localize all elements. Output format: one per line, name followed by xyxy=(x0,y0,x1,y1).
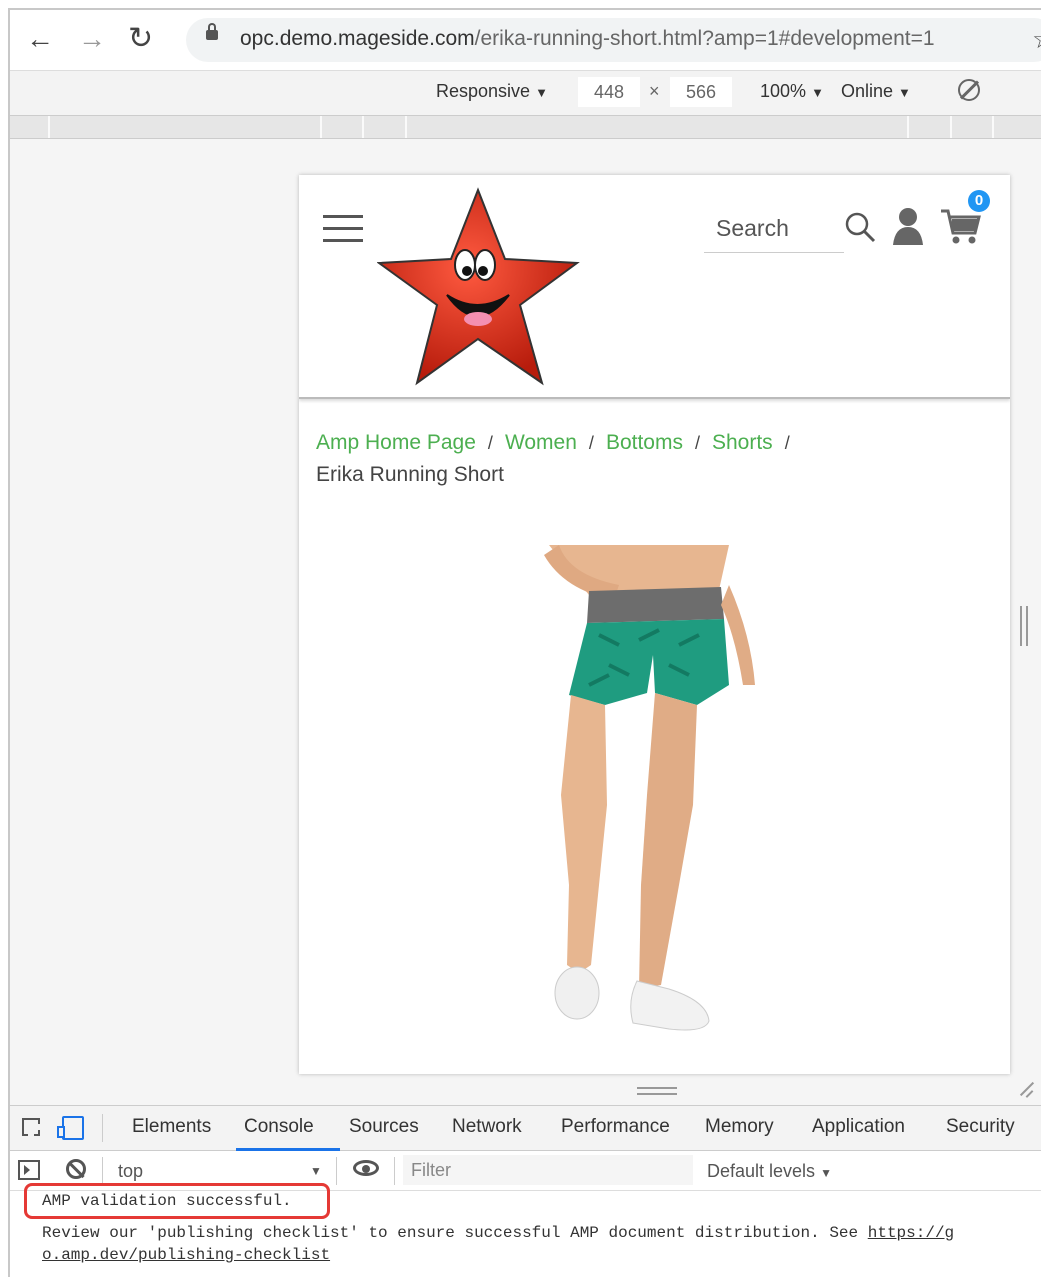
forward-arrow-icon[interactable]: → xyxy=(78,24,106,54)
network-label: Online xyxy=(841,81,894,101)
tab-console[interactable]: Console xyxy=(244,1116,314,1138)
tab-application[interactable]: Application xyxy=(812,1116,905,1138)
responsive-label: Responsive xyxy=(436,81,531,101)
zoom-label: 100% xyxy=(760,81,807,101)
account-icon[interactable] xyxy=(891,207,925,245)
tab-security[interactable]: Security xyxy=(946,1116,1015,1138)
rotate-icon[interactable] xyxy=(958,79,980,101)
device-toolbar: Responsive ▼ 448 × 566 100% ▼ Online ▼ xyxy=(10,71,1041,115)
console-sidebar-icon[interactable] xyxy=(18,1160,40,1180)
inspect-element-icon[interactable] xyxy=(22,1118,40,1136)
zoom-dropdown[interactable]: 100% ▼ xyxy=(760,81,824,102)
divider xyxy=(394,1157,395,1185)
context-label: top xyxy=(118,1161,144,1181)
publishing-checklist-link-part1[interactable]: https://g xyxy=(868,1224,954,1242)
console-message-review-continued: o.amp.dev/publishing-checklist xyxy=(42,1246,330,1264)
context-select[interactable]: top xyxy=(118,1161,143,1182)
cart-count-badge[interactable]: 0 xyxy=(968,190,990,212)
caret-down-icon: ▼ xyxy=(898,85,911,100)
default-levels-dropdown[interactable]: Default levels ▼ xyxy=(707,1161,832,1182)
clear-console-icon[interactable] xyxy=(66,1159,86,1179)
reload-icon[interactable]: ↻ xyxy=(128,24,153,54)
devtools-tabbar: Elements Console Sources Network Perform… xyxy=(10,1105,1041,1151)
tab-network[interactable]: Network xyxy=(452,1116,522,1138)
address-bar: ← → ↻ opc.demo.mageside.com/erika-runnin… xyxy=(10,10,1041,71)
breadcrumb-separator: / xyxy=(784,433,790,453)
divider xyxy=(102,1157,103,1185)
url-text[interactable]: opc.demo.mageside.com/erika-running-shor… xyxy=(240,27,935,51)
breadcrumb-separator: / xyxy=(588,433,594,453)
console-messages: AMP validation successful. Review our 'p… xyxy=(10,1183,1041,1277)
search-icon[interactable] xyxy=(844,211,876,243)
caret-down-icon[interactable]: ▼ xyxy=(310,1164,322,1178)
breadcrumb-separator: / xyxy=(487,433,493,453)
publishing-checklist-link-part2[interactable]: o.amp.dev/publishing-checklist xyxy=(42,1246,330,1264)
tab-elements[interactable]: Elements xyxy=(132,1116,211,1138)
responsive-dropdown[interactable]: Responsive ▼ xyxy=(436,81,548,102)
network-dropdown[interactable]: Online ▼ xyxy=(841,81,911,102)
star-logo[interactable] xyxy=(377,187,581,387)
caret-down-icon: ▼ xyxy=(811,85,824,100)
live-expression-eye-icon[interactable] xyxy=(353,1160,379,1176)
bottom-resize-handle[interactable] xyxy=(637,1087,677,1095)
breadcrumb-link-women[interactable]: Women xyxy=(505,431,577,454)
breadcrumb-link-shorts[interactable]: Shorts xyxy=(712,431,773,454)
tab-performance[interactable]: Performance xyxy=(561,1116,670,1138)
filter-input[interactable] xyxy=(403,1155,693,1185)
corner-resize-handle[interactable] xyxy=(1016,1080,1034,1098)
width-input[interactable]: 448 xyxy=(578,77,640,107)
breadcrumb-link-bottoms[interactable]: Bottoms xyxy=(606,431,683,454)
tab-memory[interactable]: Memory xyxy=(705,1116,774,1138)
console-message-validation: AMP validation successful. xyxy=(42,1192,292,1210)
back-arrow-icon[interactable]: ← xyxy=(26,24,54,54)
device-toggle-icon[interactable] xyxy=(57,1116,84,1140)
breadcrumb-link-home[interactable]: Amp Home Page xyxy=(316,431,476,454)
url-path: /erika-running-short.html?amp=1#developm… xyxy=(474,27,935,50)
site-header: 0 xyxy=(299,175,1010,399)
height-input[interactable]: 566 xyxy=(670,77,732,107)
right-resize-handle[interactable] xyxy=(1020,606,1028,646)
breadcrumb: Amp Home Page / Women / Bottoms / Shorts / Erik… xyxy=(316,427,916,490)
breadcrumb-separator: / xyxy=(694,433,700,453)
product-image[interactable] xyxy=(529,545,779,1045)
media-query-ruler[interactable] xyxy=(10,115,1041,139)
breadcrumb-current: Erika Running Short xyxy=(316,463,504,486)
default-levels-label: Default levels xyxy=(707,1161,816,1181)
caret-down-icon: ▼ xyxy=(535,85,548,100)
dimension-times: × xyxy=(649,81,660,101)
lock-icon[interactable] xyxy=(206,23,218,40)
device-screen: 0 Amp Home Page / Women / Bottoms / Shorts / Er… xyxy=(299,175,1010,1074)
bookmark-star-icon[interactable]: ☆ xyxy=(1032,24,1041,55)
search-input[interactable] xyxy=(704,205,844,253)
divider xyxy=(336,1157,337,1185)
divider xyxy=(102,1114,103,1142)
review-text: Review our 'publishing checklist' to ens… xyxy=(42,1224,868,1242)
tab-sources[interactable]: Sources xyxy=(349,1116,419,1138)
caret-down-icon: ▼ xyxy=(820,1166,832,1180)
url-host: opc.demo.mageside.com xyxy=(240,27,475,50)
console-message-review: Review our 'publishing checklist' to ens… xyxy=(42,1224,954,1242)
hamburger-menu-icon[interactable] xyxy=(323,215,363,243)
